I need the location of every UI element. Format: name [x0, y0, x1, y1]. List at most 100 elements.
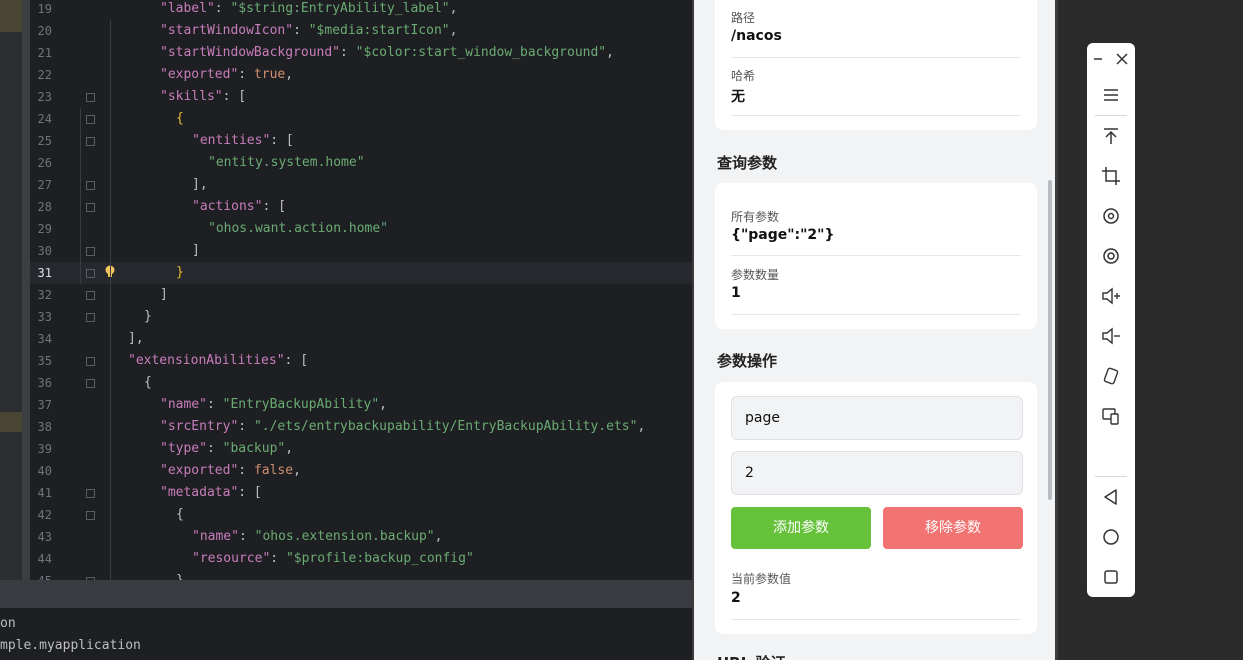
- url-validation-title: URL 验证: [717, 652, 786, 660]
- add-param-button[interactable]: 添加参数: [731, 507, 871, 549]
- fold-marker-icon[interactable]: [86, 93, 95, 102]
- path-value: /nacos: [731, 28, 782, 44]
- crop-icon[interactable]: [1101, 166, 1121, 186]
- fold-marker-icon[interactable]: [86, 247, 95, 256]
- param-key-input[interactable]: page: [731, 396, 1023, 440]
- console-line: on: [0, 616, 16, 631]
- code-line[interactable]: {: [176, 504, 184, 526]
- volume-up-icon[interactable]: [1101, 286, 1121, 306]
- code-token: "actions": [192, 199, 263, 214]
- query-params-card: 所有参数 {"page":"2"} 参数数量 1: [715, 183, 1037, 329]
- param-ops-title: 参数操作: [717, 352, 778, 370]
- remove-param-button[interactable]: 移除参数: [883, 507, 1023, 549]
- code-line[interactable]: "label": "$string:EntryAbility_label",: [160, 0, 457, 20]
- code-token: ,: [285, 67, 294, 82]
- fold-marker-icon[interactable]: [86, 379, 95, 388]
- code-line[interactable]: "exported": true,: [160, 64, 293, 86]
- toolbar-separator: [1095, 115, 1127, 116]
- code-line[interactable]: "ohos.want.action.home": [208, 218, 388, 240]
- all-params-label: 所有参数: [731, 210, 780, 224]
- param-count-label: 参数数量: [731, 268, 780, 282]
- code-line[interactable]: "skills": [: [160, 86, 246, 108]
- current-value-value: 2: [731, 590, 741, 606]
- line-number: 45: [28, 570, 52, 580]
- fold-marker-icon[interactable]: [86, 313, 95, 322]
- param-value-input[interactable]: 2: [731, 451, 1023, 495]
- code-line[interactable]: }: [144, 306, 152, 328]
- code-token: ],: [192, 177, 208, 192]
- fold-marker-icon[interactable]: [86, 489, 95, 498]
- recents-icon[interactable]: [1101, 567, 1121, 587]
- code-line[interactable]: "srcEntry": "./ets/entrybackupability/En…: [160, 416, 645, 438]
- code-line[interactable]: ]: [160, 284, 168, 306]
- code-line[interactable]: "entities": [: [192, 130, 294, 152]
- emulator-toolbar: [1087, 43, 1135, 597]
- code-token: "resource": [192, 551, 271, 566]
- volume-down-icon[interactable]: [1101, 326, 1121, 346]
- menu-icon[interactable]: [1101, 85, 1121, 105]
- screenshot-icon[interactable]: [1101, 246, 1121, 266]
- code-token: "label": [160, 1, 215, 16]
- code-line[interactable]: ],: [128, 328, 144, 350]
- code-line[interactable]: "exported": false,: [160, 460, 301, 482]
- fold-marker-icon[interactable]: [86, 357, 95, 366]
- code-token: "exported": [160, 67, 239, 82]
- code-token: "entity.system.home": [208, 155, 365, 170]
- code-line[interactable]: "startWindowBackground": "$color:start_w…: [160, 42, 614, 64]
- code-line[interactable]: "metadata": [: [160, 482, 262, 504]
- code-line[interactable]: }: [176, 570, 184, 580]
- code-token: "metadata": [160, 485, 239, 500]
- code-token: :: [238, 67, 254, 82]
- code-token: :: [238, 529, 255, 544]
- fold-marker-icon[interactable]: [86, 511, 95, 520]
- fold-marker-icon[interactable]: [86, 291, 95, 300]
- indent-guide: [80, 108, 81, 284]
- code-token: "$profile:backup_config": [285, 551, 474, 566]
- url-info-card: 路径 /nacos 哈希 无: [715, 0, 1037, 130]
- line-number: 42: [37, 508, 52, 522]
- param-count-value: 1: [731, 285, 741, 301]
- code-line[interactable]: "startWindowIcon": "$media:startIcon",: [160, 20, 457, 42]
- code-line[interactable]: }: [176, 262, 184, 284]
- code-line[interactable]: "entity.system.home": [208, 152, 365, 174]
- query-params-title: 查询参数: [717, 154, 778, 172]
- code-line[interactable]: "name": "EntryBackupAbility",: [160, 394, 387, 416]
- code-token: :: [214, 1, 231, 16]
- code-line[interactable]: {: [144, 372, 152, 394]
- code-token: }: [144, 309, 152, 324]
- minimize-icon[interactable]: [1091, 49, 1105, 69]
- code-token: "extensionAbilities": [128, 353, 285, 368]
- code-token: ,: [449, 1, 458, 16]
- shake-icon[interactable]: [1101, 366, 1121, 386]
- code-line[interactable]: ]: [192, 240, 200, 262]
- fold-marker-icon[interactable]: [86, 203, 95, 212]
- code-line[interactable]: "name": "ohos.extension.backup",: [192, 526, 442, 548]
- code-token: : [: [222, 89, 247, 104]
- code-line[interactable]: "extensionAbilities": [: [128, 350, 308, 372]
- pin-top-icon[interactable]: [1101, 126, 1121, 146]
- code-line[interactable]: "resource": "$profile:backup_config": [192, 548, 474, 570]
- rotate-icon[interactable]: [1101, 206, 1121, 226]
- code-line[interactable]: ],: [192, 174, 208, 196]
- code-token: "skills": [160, 89, 223, 104]
- code-line[interactable]: {: [176, 108, 184, 130]
- fold-marker-icon[interactable]: [86, 181, 95, 190]
- multi-screen-icon[interactable]: [1101, 406, 1121, 426]
- fold-marker-icon[interactable]: [86, 115, 95, 124]
- line-number: 20: [37, 24, 52, 38]
- code-token: "startWindowBackground": [160, 45, 341, 60]
- code-editor[interactable]: 19 20 21 22 23 24 25 26 27 28 29 30 31 32 33 34 35 36 37 38…: [0, 0, 693, 580]
- fold-marker-icon[interactable]: [86, 269, 95, 278]
- code-line[interactable]: "type": "backup",: [160, 438, 293, 460]
- code-token: ,: [285, 441, 294, 456]
- line-number: 28: [37, 200, 52, 214]
- home-icon[interactable]: [1101, 527, 1121, 547]
- code-line[interactable]: "actions": [: [192, 196, 286, 218]
- back-icon[interactable]: [1101, 487, 1121, 507]
- close-icon[interactable]: [1114, 49, 1130, 69]
- code-token: :: [293, 23, 309, 38]
- phone-scrollbar[interactable]: [1048, 180, 1052, 500]
- fold-marker-icon[interactable]: [86, 137, 95, 146]
- code-token: }: [176, 573, 184, 580]
- line-number: 26: [37, 156, 52, 170]
